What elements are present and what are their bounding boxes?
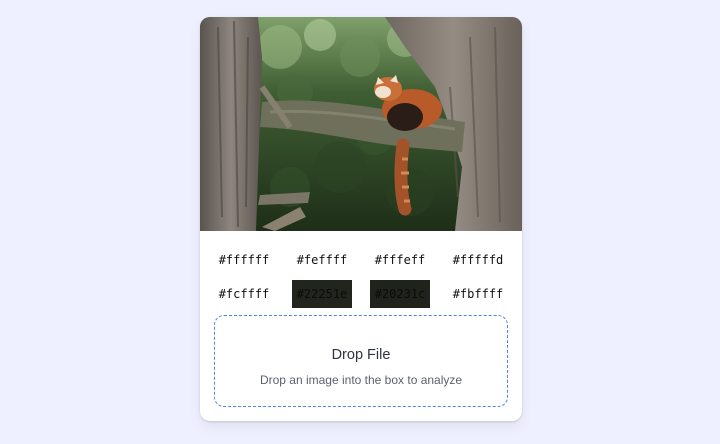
swatch-hex: #fcffff	[218, 287, 270, 301]
swatch-hex: #20231c	[374, 287, 426, 301]
swatch-hex: #fbffff	[452, 287, 504, 301]
color-swatch[interactable]: #fcffff	[214, 280, 274, 308]
color-swatch[interactable]: #fffeff	[370, 246, 430, 274]
swatch-hex: #fffffd	[452, 253, 504, 267]
color-swatch[interactable]: #feffff	[292, 246, 352, 274]
swatch-hex: #feffff	[296, 253, 348, 267]
swatch-hex: #ffffff	[218, 253, 270, 267]
file-dropzone[interactable]: Drop File Drop an image into the box to …	[214, 315, 508, 407]
analyzed-photo	[200, 17, 522, 231]
color-swatch[interactable]: #20231c	[370, 280, 430, 308]
dropzone-title: Drop File	[331, 347, 391, 363]
swatch-hex: #fffeff	[374, 253, 426, 267]
color-swatch[interactable]: #fffffd	[448, 246, 508, 274]
image-analyzer-card: #ffffff #feffff #fffeff #fffffd #fcffff …	[200, 17, 522, 421]
dropzone-subtitle: Drop an image into the box to analyze	[259, 373, 463, 387]
color-swatch[interactable]: #fbffff	[448, 280, 508, 308]
swatch-hex: #22251e	[296, 287, 348, 301]
color-swatch[interactable]: #22251e	[292, 280, 352, 308]
color-swatch[interactable]: #ffffff	[214, 246, 274, 274]
